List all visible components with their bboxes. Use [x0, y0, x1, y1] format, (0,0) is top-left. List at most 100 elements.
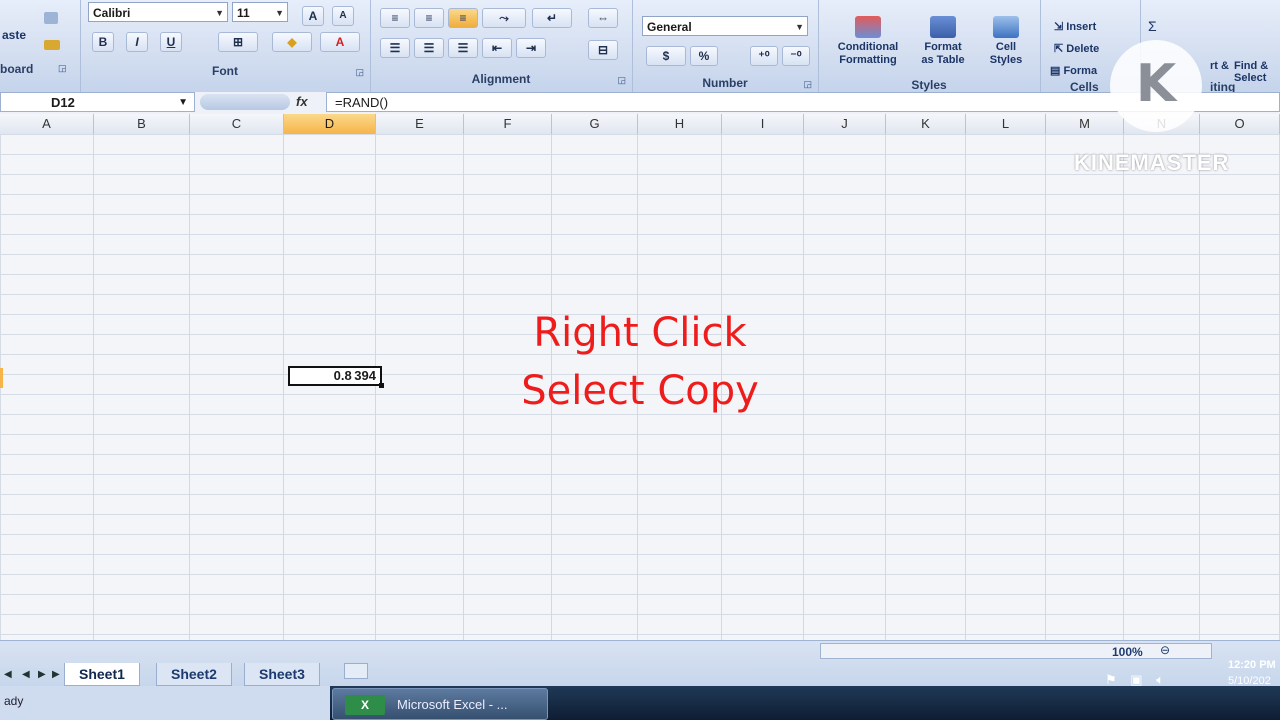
formula-bar: D12 ▼ fx =RAND(): [0, 92, 1280, 115]
font-launcher-icon[interactable]: ◲: [355, 67, 364, 78]
sheet-tab-2[interactable]: Sheet2: [156, 663, 232, 686]
decrease-decimal-icon: ⁻⁰: [790, 49, 802, 63]
column-header-a[interactable]: A: [0, 114, 94, 134]
first-sheet-icon[interactable]: ◀: [4, 669, 12, 680]
shrink-font-button[interactable]: A: [332, 6, 354, 26]
column-header-h[interactable]: H: [638, 114, 722, 134]
formula-bar-handle[interactable]: [200, 94, 290, 110]
decrease-decimal-button[interactable]: ⁻⁰: [782, 46, 810, 66]
volume-icon[interactable]: 🔈︎: [1156, 672, 1164, 687]
clipboard-launcher-icon[interactable]: ◲: [58, 63, 67, 74]
font-size-select[interactable]: 11 ▼: [232, 2, 288, 22]
clock-time[interactable]: 12:20 PM: [1228, 659, 1276, 671]
excel-taskbar-button[interactable]: X Microsoft Excel - ...: [332, 688, 548, 720]
grow-font-button[interactable]: A: [302, 6, 324, 26]
merge-button[interactable]: ⇔: [588, 8, 618, 28]
zoom-out-icon[interactable]: ⊖: [1160, 643, 1170, 657]
font-name-select[interactable]: Calibri ▼: [88, 2, 228, 22]
delete-icon: ⇱: [1054, 43, 1067, 55]
decrease-indent-button[interactable]: ⇤: [482, 38, 512, 58]
column-header-i[interactable]: I: [722, 114, 804, 134]
align-left-icon: ☰: [389, 41, 401, 55]
last-sheet-icon[interactable]: ▶: [52, 669, 60, 680]
network-icon[interactable]: ▣: [1130, 672, 1142, 687]
orientation-button[interactable]: ⤳: [482, 8, 526, 28]
column-header-j[interactable]: J: [804, 114, 886, 134]
taskbar: X Microsoft Excel - ...: [330, 686, 1280, 720]
merge-center-button[interactable]: ⊟: [588, 40, 618, 60]
align-bottom-button[interactable]: ≡: [448, 8, 478, 28]
column-header-o[interactable]: O: [1200, 114, 1280, 134]
conditional-formatting-button[interactable]: Conditional Formatting: [826, 16, 910, 67]
insert-function-button[interactable]: fx: [296, 94, 308, 109]
cut-icon[interactable]: [44, 12, 58, 24]
column-header-e[interactable]: E: [376, 114, 464, 134]
format-as-table-line2: as Table: [921, 54, 965, 66]
instruction-line-1: Right Click: [533, 310, 747, 356]
sort-filter-button[interactable]: rt &: [1210, 60, 1229, 72]
alignment-group-label: Alignment: [471, 72, 531, 86]
align-left-button[interactable]: ☰: [380, 38, 410, 58]
styles-group: Conditional Formatting Format as Table C…: [818, 0, 1041, 92]
increase-indent-icon: ⇥: [525, 41, 537, 55]
paste-button[interactable]: aste: [2, 28, 26, 42]
alignment-launcher-icon[interactable]: ◲: [617, 75, 626, 86]
next-sheet-icon[interactable]: ▶: [38, 669, 46, 680]
sheet-tab-3[interactable]: Sheet3: [244, 663, 320, 686]
bold-button[interactable]: B: [92, 32, 114, 52]
status-text: ady: [4, 694, 24, 708]
align-right-button[interactable]: ☰: [448, 38, 478, 58]
percent-button[interactable]: %: [690, 46, 718, 66]
increase-indent-button[interactable]: ⇥: [516, 38, 546, 58]
number-format-select[interactable]: General ▼: [642, 16, 808, 36]
clipboard-group: aste board ◲: [0, 0, 81, 92]
insert-button[interactable]: ⇲ Insert: [1054, 20, 1096, 33]
format-button[interactable]: ▤ Forma: [1050, 64, 1097, 77]
align-top-button[interactable]: ≡: [380, 8, 410, 28]
format-as-table-button[interactable]: Format as Table: [912, 16, 974, 67]
number-launcher-icon[interactable]: ◲: [803, 79, 812, 90]
column-header-d[interactable]: D: [284, 114, 376, 134]
font-color-button[interactable]: A: [320, 32, 360, 52]
column-header-c[interactable]: C: [190, 114, 284, 134]
insert-sheet-icon[interactable]: [344, 663, 368, 679]
currency-button[interactable]: $: [646, 46, 686, 66]
zoom-level[interactable]: 100%: [1112, 645, 1143, 659]
align-center-button[interactable]: ☰: [414, 38, 444, 58]
align-middle-button[interactable]: ≡: [414, 8, 444, 28]
italic-button[interactable]: I: [126, 32, 148, 52]
column-header-m[interactable]: M: [1046, 114, 1124, 134]
column-header-f[interactable]: F: [464, 114, 552, 134]
increase-decimal-icon: ⁺⁰: [758, 49, 770, 63]
grid-column-line: [283, 134, 284, 640]
format-as-table-line1: Format: [924, 41, 962, 53]
format-painter-icon[interactable]: [44, 40, 60, 50]
chevron-down-icon: ▼: [795, 22, 804, 32]
increase-decimal-button[interactable]: ⁺⁰: [750, 46, 778, 66]
column-header-k[interactable]: K: [886, 114, 966, 134]
cell-styles-icon: [993, 16, 1019, 38]
find-select-button[interactable]: Find &: [1234, 60, 1268, 72]
active-cell-d12[interactable]: 0.8 394: [288, 366, 384, 388]
cell-styles-button[interactable]: Cell Styles: [976, 16, 1036, 67]
font-size-value: 11: [237, 6, 250, 20]
delete-button[interactable]: ⇱ Delete: [1054, 42, 1099, 55]
wrap-text-button[interactable]: ↵: [532, 8, 572, 28]
column-header-l[interactable]: L: [966, 114, 1046, 134]
borders-icon: ⊞: [232, 35, 244, 49]
column-header-g[interactable]: G: [552, 114, 638, 134]
sheet-tab-1[interactable]: Sheet1: [64, 663, 140, 686]
horizontal-scrollbar[interactable]: [820, 643, 1212, 659]
underline-button[interactable]: U: [160, 32, 182, 52]
borders-button[interactable]: ⊞: [218, 32, 258, 52]
fill-handle[interactable]: [379, 383, 384, 388]
name-box[interactable]: D12 ▼: [0, 92, 195, 112]
flag-icon[interactable]: ⚑: [1105, 672, 1117, 687]
font-group-label: Font: [212, 64, 238, 78]
autosum-icon[interactable]: Σ: [1148, 18, 1157, 34]
prev-sheet-icon[interactable]: ◀: [22, 669, 30, 680]
font-group: Calibri ▼ 11 ▼ A A B I U ⊞ ◆ A Font ◲: [80, 0, 371, 92]
column-header-b[interactable]: B: [94, 114, 190, 134]
clipboard-group-label: board: [0, 62, 34, 76]
fill-color-button[interactable]: ◆: [272, 32, 312, 52]
